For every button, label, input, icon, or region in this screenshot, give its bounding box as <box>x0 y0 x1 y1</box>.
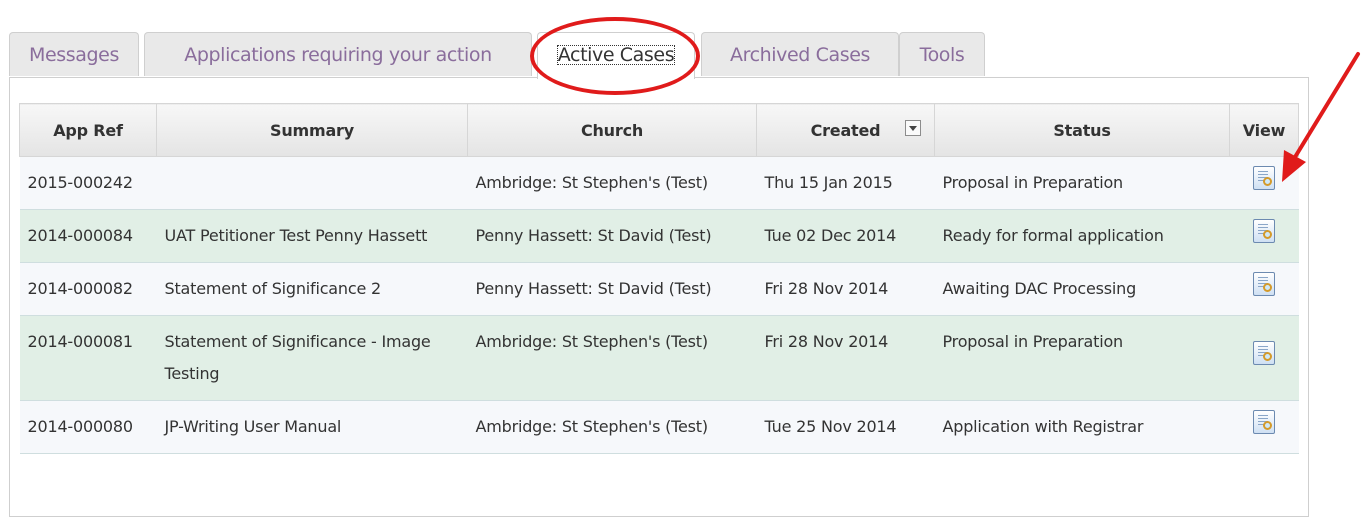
view-document-icon[interactable] <box>1253 340 1275 365</box>
cell-summary: Statement of Significance - Image Testin… <box>156 315 468 401</box>
cell-summary <box>156 156 468 210</box>
column-header-label: Summary <box>270 120 354 140</box>
cell-app-ref: 2014-000082 <box>19 262 157 316</box>
cell-app-ref: 2014-000081 <box>19 315 157 401</box>
table-row[interactable]: 2014-000080 JP-Writing User Manual Ambri… <box>19 400 1299 454</box>
table-row[interactable]: 2014-000084 UAT Petitioner Test Penny Ha… <box>19 209 1299 263</box>
tab-applications-requiring-action[interactable]: Applications requiring your action <box>144 32 532 76</box>
cell-created: Tue 02 Dec 2014 <box>756 209 935 263</box>
column-header-label: View <box>1242 120 1286 140</box>
cell-created: Thu 15 Jan 2015 <box>756 156 935 210</box>
cell-app-ref: 2014-000080 <box>19 400 157 454</box>
column-header-label: App Ref <box>53 120 123 140</box>
tab-label: Tools <box>919 44 965 66</box>
cell-church: Penny Hassett: St David (Test) <box>467 262 757 316</box>
cell-status: Ready for formal application <box>934 209 1230 263</box>
column-header-church[interactable]: Church <box>467 103 757 157</box>
column-header-label: Created <box>810 120 881 140</box>
cell-summary: Statement of Significance 2 <box>156 262 468 316</box>
column-header-view: View <box>1229 103 1299 157</box>
cell-view <box>1229 315 1299 401</box>
tab-active-cases[interactable]: Active Cases <box>537 32 695 79</box>
view-document-icon[interactable] <box>1253 165 1275 190</box>
tab-tools[interactable]: Tools <box>899 32 985 76</box>
column-header-label: Church <box>580 120 644 140</box>
column-header-created[interactable]: Created <box>756 103 935 157</box>
cell-status: Proposal in Preparation <box>934 315 1230 401</box>
cell-created: Fri 28 Nov 2014 <box>756 262 935 316</box>
cell-view <box>1229 262 1299 316</box>
tab-messages[interactable]: Messages <box>9 32 139 76</box>
tab-label: Applications requiring your action <box>184 44 492 66</box>
view-document-icon[interactable] <box>1253 218 1275 243</box>
cell-summary: JP-Writing User Manual <box>156 400 468 454</box>
column-header-label: Status <box>1053 120 1111 140</box>
cell-church: Ambridge: St Stephen's (Test) <box>467 400 757 454</box>
cell-created: Fri 28 Nov 2014 <box>756 315 935 401</box>
cell-app-ref: 2014-000084 <box>19 209 157 263</box>
view-document-icon[interactable] <box>1253 409 1275 434</box>
column-header-status[interactable]: Status <box>934 103 1230 157</box>
tab-archived-cases[interactable]: Archived Cases <box>701 32 899 76</box>
active-cases-table: App Ref Summary Church Created Status Vi… <box>19 103 1299 454</box>
tab-label: Messages <box>29 44 119 66</box>
table-row[interactable]: 2014-000082 Statement of Significance 2 … <box>19 262 1299 316</box>
cell-view <box>1229 400 1299 454</box>
cell-status: Proposal in Preparation <box>934 156 1230 210</box>
cell-created: Tue 25 Nov 2014 <box>756 400 935 454</box>
sort-dropdown-icon[interactable] <box>905 120 921 136</box>
view-document-icon[interactable] <box>1253 271 1275 296</box>
cell-view <box>1229 156 1299 210</box>
cell-status: Awaiting DAC Processing <box>934 262 1230 316</box>
tab-label: Active Cases <box>556 44 676 66</box>
column-header-summary[interactable]: Summary <box>156 103 468 157</box>
cell-status: Application with Registrar <box>934 400 1230 454</box>
table-row[interactable]: 2014-000081 Statement of Significance - … <box>19 315 1299 401</box>
cell-summary: UAT Petitioner Test Penny Hassett <box>156 209 468 263</box>
cell-view <box>1229 209 1299 263</box>
table-header-row: App Ref Summary Church Created Status Vi… <box>19 103 1299 157</box>
cell-church: Penny Hassett: St David (Test) <box>467 209 757 263</box>
tab-label: Archived Cases <box>730 44 870 66</box>
cell-app-ref: 2015-000242 <box>19 156 157 210</box>
table-row[interactable]: 2015-000242 Ambridge: St Stephen's (Test… <box>19 156 1299 210</box>
cell-church: Ambridge: St Stephen's (Test) <box>467 315 757 401</box>
column-header-app-ref[interactable]: App Ref <box>19 103 157 157</box>
cell-church: Ambridge: St Stephen's (Test) <box>467 156 757 210</box>
